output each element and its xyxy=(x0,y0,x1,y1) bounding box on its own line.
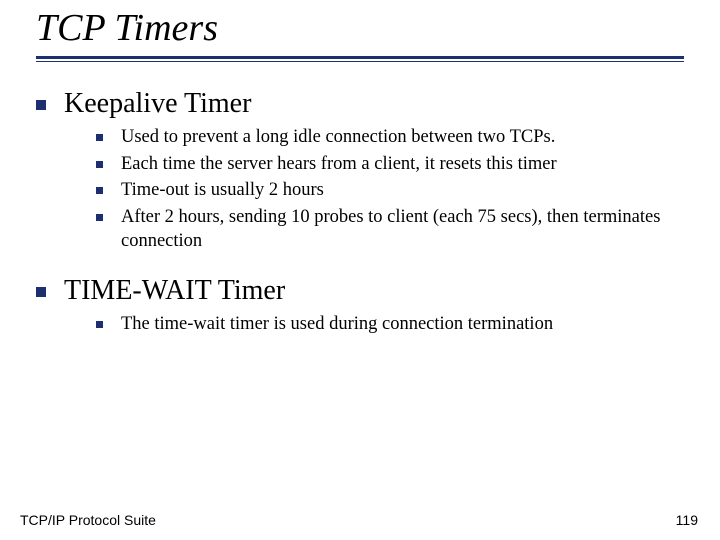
timewait-items: The time-wait timer is used during conne… xyxy=(96,313,684,337)
list-item: Used to prevent a long idle connection b… xyxy=(96,126,684,150)
bullet-square-icon xyxy=(96,134,103,141)
title-wrap: TCP Timers xyxy=(0,0,720,50)
bullet-square-icon xyxy=(36,287,46,297)
slide: TCP Timers Keepalive Timer Used to preve… xyxy=(0,0,720,540)
footer-text: TCP/IP Protocol Suite xyxy=(20,512,156,528)
section-timewait: TIME-WAIT Timer xyxy=(36,275,684,307)
bullet-square-icon xyxy=(96,214,103,221)
section-keepalive: Keepalive Timer xyxy=(36,88,684,120)
list-item-text: Used to prevent a long idle connection b… xyxy=(121,126,555,150)
bullet-square-icon xyxy=(96,321,103,328)
list-item: Each time the server hears from a client… xyxy=(96,153,684,177)
list-item-text: After 2 hours, sending 10 probes to clie… xyxy=(121,206,676,253)
bullet-square-icon xyxy=(96,161,103,168)
slide-title: TCP Timers xyxy=(36,6,720,50)
content: Keepalive Timer Used to prevent a long i… xyxy=(0,62,720,337)
list-item: The time-wait timer is used during conne… xyxy=(96,313,684,337)
section-heading: Keepalive Timer xyxy=(64,88,251,120)
bullet-square-icon xyxy=(36,100,46,110)
page-number: 119 xyxy=(676,512,698,528)
list-item-text: Each time the server hears from a client… xyxy=(121,153,557,177)
list-item-text: Time-out is usually 2 hours xyxy=(121,179,324,203)
section-heading: TIME-WAIT Timer xyxy=(64,275,285,307)
bullet-square-icon xyxy=(96,187,103,194)
keepalive-items: Used to prevent a long idle connection b… xyxy=(96,126,684,253)
list-item: After 2 hours, sending 10 probes to clie… xyxy=(96,206,684,253)
list-item-text: The time-wait timer is used during conne… xyxy=(121,313,553,337)
list-item: Time-out is usually 2 hours xyxy=(96,179,684,203)
